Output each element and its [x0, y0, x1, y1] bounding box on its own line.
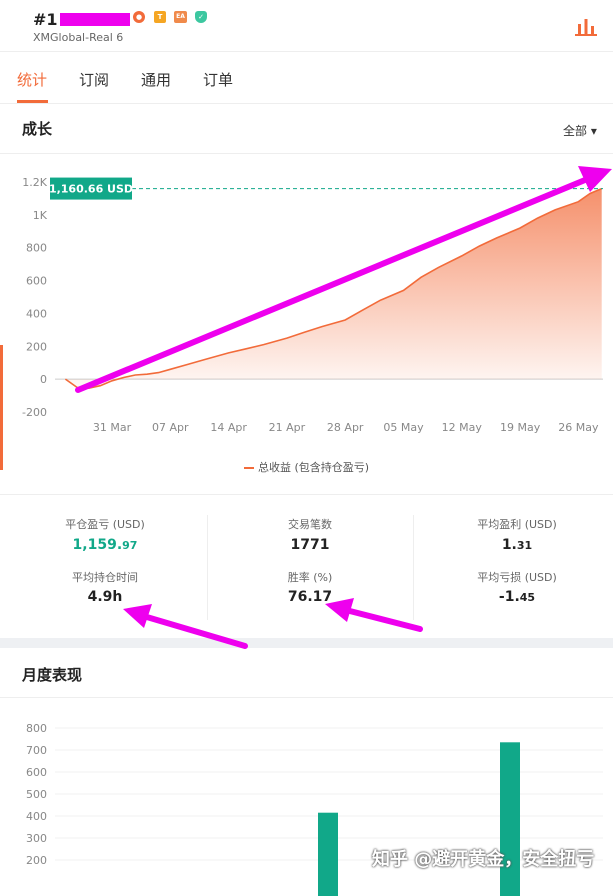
y-tick-label: 800: [26, 242, 47, 255]
header: #1 ● T EA ✓ XMGlobal-Real 6: [0, 0, 613, 52]
closed-pl-label: 平仓盈亏 (USD): [65, 518, 145, 531]
win-rate-value: 76.17: [287, 589, 333, 605]
current-value-label: 1,160.66 USD: [49, 183, 133, 196]
growth-title: 成长: [22, 120, 53, 138]
bar-chart-icon[interactable]: [575, 16, 597, 36]
avg-loss-value: -1.45: [427, 589, 607, 605]
closed-pl-decimals: 97: [122, 539, 138, 552]
legend-swatch: [244, 467, 254, 469]
y-tick-label: 0: [40, 373, 47, 386]
avg-hold-value: 4.9h: [87, 589, 123, 605]
bar-apr: [318, 812, 338, 896]
y-tick-label: 200: [26, 340, 47, 353]
active-tab-underline: [17, 100, 48, 103]
x-tick-label: 07 Apr: [152, 421, 189, 434]
avg-profit-decimals: 31: [516, 539, 533, 552]
verified-shield-icon: ✓: [195, 11, 207, 23]
tab-general[interactable]: 通用: [141, 69, 171, 90]
x-tick-label: 12 May: [442, 421, 483, 434]
avg-profit-main: 1.: [501, 537, 517, 553]
avg-profit-label: 平均盈利 (USD): [477, 518, 557, 531]
tab-stats[interactable]: 统计: [17, 69, 47, 90]
section-gap: [0, 638, 613, 648]
legend-label: 总收益 (包含持仓盈亏): [258, 461, 370, 474]
avg-loss-label: 平均亏损 (USD): [477, 571, 557, 584]
watermark: 知乎 @避开黄金，安全扭亏: [372, 849, 595, 870]
avg-loss-main: -1.: [498, 589, 520, 605]
t-badge: T: [154, 11, 166, 23]
tab-bar: 统计 订阅 通用 订单: [0, 52, 613, 104]
x-tick-label: 31 Mar: [93, 421, 132, 434]
growth-chart: 1.2K 1K 800 600 400 200 0 -200 31 Mar 07 Apr 14 Ap…: [22, 176, 603, 434]
redacted-name: [60, 13, 130, 26]
avg-hold-label: 平均持仓时间: [72, 571, 138, 584]
y-tick-label: 1K: [33, 209, 48, 222]
y-tick-label: 400: [26, 307, 47, 320]
y-tick-label: 700: [26, 744, 47, 757]
tab-orders[interactable]: 订单: [203, 69, 233, 90]
account-server: XMGlobal-Real 6: [33, 31, 124, 44]
x-tick-label: 19 May: [500, 421, 541, 434]
bar-may: [500, 742, 520, 896]
y-tick-label: 400: [26, 810, 47, 823]
y-tick-label: 500: [26, 788, 47, 801]
fire-badge-icon: ●: [133, 11, 145, 23]
growth-legend[interactable]: 总收益 (包含持仓盈亏): [244, 459, 369, 475]
x-tick-label: 28 Apr: [327, 421, 364, 434]
stat-separator: [413, 515, 414, 620]
avg-profit-value: 1.31: [427, 537, 607, 553]
rank-label: #1: [33, 10, 58, 29]
x-tick-label: 05 May: [383, 421, 424, 434]
y-tick-label: 200: [26, 854, 47, 867]
x-tick-label: 14 Apr: [210, 421, 247, 434]
win-rate-label: 胜率 (%): [287, 571, 333, 584]
ea-badge: EA: [174, 11, 187, 23]
closed-pl-main: 1,159.: [72, 537, 123, 553]
monthly-title: 月度表现: [22, 666, 83, 684]
y-tick-label: 1.2K: [22, 176, 47, 189]
closed-pl-value: 1,159.97: [15, 537, 195, 553]
x-tick-label: 26 May: [558, 421, 599, 434]
y-tick-label: 300: [26, 832, 47, 845]
trades-value: 1771: [290, 537, 330, 553]
y-tick-label: 800: [26, 722, 47, 735]
stat-separator: [207, 515, 208, 620]
y-tick-label: 600: [26, 766, 47, 779]
tab-subscribe[interactable]: 订阅: [79, 69, 109, 90]
divider: [0, 494, 613, 495]
x-tick-label: 21 Apr: [269, 421, 306, 434]
y-tick-label: 600: [26, 275, 47, 288]
y-tick-label: -200: [22, 406, 47, 419]
growth-area: [65, 188, 602, 389]
divider: [0, 697, 613, 698]
avg-loss-decimals: 45: [519, 591, 536, 604]
trades-label: 交易笔数: [288, 518, 332, 531]
range-filter-dropdown[interactable]: 全部 ▾: [563, 122, 597, 139]
